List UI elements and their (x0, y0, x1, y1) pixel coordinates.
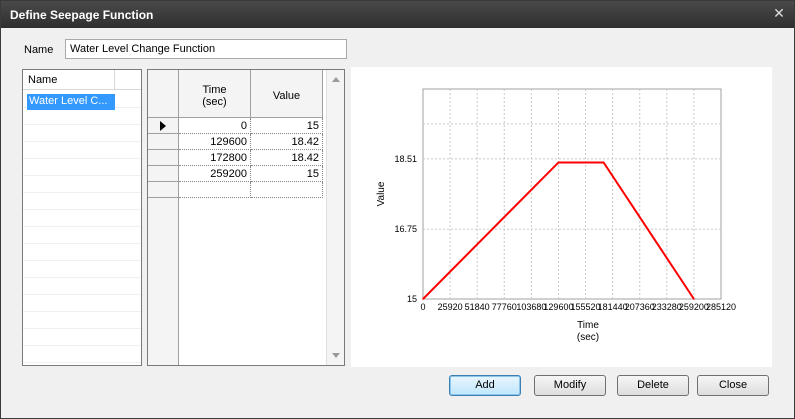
x-tick-label: 259200 (679, 302, 709, 312)
value-header-line1: Value (272, 90, 301, 102)
grid-cell-value[interactable]: 18.42 (251, 150, 323, 166)
x-tick-label: 25920 (438, 302, 463, 312)
list-item-selected[interactable]: Water Level C... (27, 94, 115, 110)
value-column-header[interactable]: Value (251, 70, 323, 118)
x-tick-label: 155520 (571, 302, 601, 312)
function-list[interactable]: Name Water Level C... (22, 69, 142, 366)
function-list-header: Name (23, 70, 141, 90)
dialog-client: Name Name Water Level C... Time (sec) Va… (5, 29, 790, 415)
grid-cell-value[interactable]: 18.42 (251, 134, 323, 150)
function-list-lines (23, 91, 141, 365)
x-tick-label: 0 (420, 302, 425, 312)
time-column-header[interactable]: Time (sec) (179, 70, 251, 118)
grid-scrollbar[interactable] (326, 70, 344, 365)
window-title: Define Seepage Function (10, 8, 154, 22)
y-axis-label: Value (376, 181, 387, 206)
plot-frame (422, 88, 722, 300)
grid-row-header[interactable] (148, 166, 179, 182)
x-tick-label: 103680 (516, 302, 546, 312)
grid-cell-time[interactable]: 259200 (179, 166, 251, 182)
data-point (602, 161, 605, 164)
data-point (693, 298, 695, 300)
x-tick-label: 207360 (625, 302, 655, 312)
x-tick-label: 285120 (706, 302, 736, 312)
x-axis-label-line2: (sec) (577, 332, 599, 343)
grid-cell-value[interactable]: 15 (251, 166, 323, 182)
time-header-line1: Time (202, 84, 227, 96)
current-row-arrow-icon (160, 121, 166, 131)
chart-svg: 0 25920 51840 77760 103680129600155520181440… (376, 88, 736, 343)
name-input[interactable] (65, 39, 347, 59)
data-point (422, 298, 424, 300)
x-tick-label: 233280 (652, 302, 682, 312)
grid-cell-value[interactable]: 15 (251, 118, 323, 134)
modify-button[interactable]: Modify (534, 375, 606, 396)
data-point (557, 161, 560, 164)
scroll-down-arrow-icon[interactable] (332, 353, 340, 358)
close-icon[interactable]: ✕ (772, 6, 786, 20)
grid-cell-time[interactable]: 0 (179, 118, 251, 134)
y-tick-label: 16.75 (394, 224, 417, 234)
scroll-up-arrow-icon[interactable] (332, 77, 340, 82)
add-button[interactable]: Add (449, 375, 521, 396)
x-tick-label: 77760 (492, 302, 517, 312)
function-chart: 0 25920 51840 77760 103680 129600 155520 181440… (351, 67, 772, 367)
grid-cell-time[interactable]: 129600 (179, 134, 251, 150)
time-header-line2: (sec) (202, 96, 227, 108)
grid-row-header[interactable] (148, 150, 179, 166)
title-bar[interactable]: Define Seepage Function ✕ (1, 1, 794, 28)
y-tick-label: 15 (407, 294, 417, 304)
delete-button[interactable]: Delete (617, 375, 689, 396)
grid-corner-header (148, 70, 179, 118)
close-button[interactable]: Close (697, 375, 769, 396)
x-axis-label-line1: Time (577, 320, 599, 331)
name-label: Name (24, 44, 54, 56)
grid-cell-time[interactable]: 172800 (179, 150, 251, 166)
name-column-header[interactable]: Name (23, 70, 115, 90)
y-tick-label: 18.51 (394, 154, 417, 164)
define-seepage-function-dialog: Define Seepage Function ✕ Name Name Wate… (0, 0, 795, 419)
grid-cell-time[interactable] (179, 182, 251, 198)
grid-row-header[interactable] (148, 182, 179, 198)
grid-row-header[interactable] (148, 134, 179, 150)
x-tick-label: 129600 (543, 302, 573, 312)
data-grid: Time (sec) Value 0 15 129600 18.42 172800 18.… (147, 69, 345, 366)
grid-cell-value[interactable] (251, 182, 323, 198)
x-tick-label: 51840 (465, 302, 490, 312)
x-tick-label: 181440 (598, 302, 628, 312)
grid-row-header[interactable] (148, 118, 179, 134)
grid-table: Time (sec) Value 0 15 129600 18.42 172800 18.… (148, 70, 326, 365)
